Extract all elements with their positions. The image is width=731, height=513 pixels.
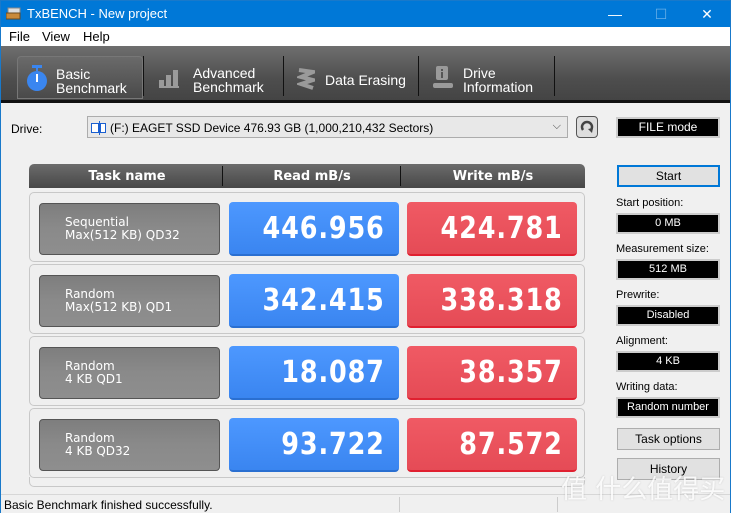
tab-drive-information[interactable]: Drive Information [418, 56, 555, 99]
minimize-button[interactable]: — [592, 1, 638, 27]
write-value: 87.572 [407, 418, 577, 472]
header-write: Write mB/s [452, 169, 534, 184]
read-value: 446.956 [229, 202, 399, 256]
refresh-button[interactable] [576, 116, 598, 138]
status-message: Basic Benchmark finished successfully. [4, 498, 213, 512]
menu-view[interactable]: View [42, 29, 70, 44]
read-value: 93.722 [229, 418, 399, 472]
bar-chart-icon [159, 70, 179, 88]
window-title: TxBENCH - New project [27, 6, 168, 21]
results-frame [29, 477, 585, 487]
tab-label: Drive Information [463, 65, 534, 95]
stopwatch-icon [27, 65, 47, 91]
main-toolbar: Basic Benchmark Advanced Benchmark Data Er… [1, 46, 730, 103]
task-button[interactable]: Random 4 KB QD1 [39, 347, 220, 399]
drive-row: Drive: (F:) EAGET SSD Device 476.93 GB (… [1, 106, 730, 146]
alignment-value[interactable]: 4 KB [616, 351, 720, 372]
tab-advanced-benchmark[interactable]: Advanced Benchmark [143, 56, 284, 99]
close-button[interactable]: ✕ [684, 1, 730, 27]
task-button[interactable]: Random 4 KB QD32 [39, 419, 220, 471]
read-value: 18.087 [229, 346, 399, 400]
result-row: Sequential Max(512 KB) QD32 446.956 424.7… [29, 192, 585, 262]
task-button[interactable]: Sequential Max(512 KB) QD32 [39, 203, 220, 255]
write-value: 424.781 [407, 202, 577, 256]
results-table-header: Task name Read mB/s Write mB/s [29, 164, 585, 188]
start-position-value[interactable]: 0 MB [616, 213, 720, 234]
tab-label: Data Erasing [325, 72, 406, 88]
drive-icon [91, 121, 106, 135]
prewrite-value[interactable]: Disabled [616, 305, 720, 326]
menu-file[interactable]: File [9, 29, 30, 44]
prewrite-label: Prewrite: [616, 289, 660, 301]
refresh-icon [580, 120, 594, 133]
menu-help[interactable]: Help [83, 29, 110, 44]
start-position-label: Start position: [616, 197, 684, 209]
result-row: Random Max(512 KB) QD1 342.415 338.318 [29, 264, 585, 334]
maximize-button[interactable]: ☐ [638, 1, 684, 27]
header-read: Read mB/s [273, 169, 351, 184]
eraser-icon [297, 68, 315, 90]
watermark: 值 什么值得买 [561, 475, 726, 505]
writing-data-value[interactable]: Random number [616, 397, 720, 418]
result-row: Random 4 KB QD1 18.087 38.357 [29, 336, 585, 406]
app-icon [6, 7, 21, 20]
alignment-label: Alignment: [616, 335, 668, 347]
tab-basic-benchmark[interactable]: Basic Benchmark [17, 56, 143, 99]
drive-select[interactable]: (F:) EAGET SSD Device 476.93 GB (1,000,2… [87, 116, 568, 138]
result-row: Random 4 KB QD32 93.722 87.572 [29, 408, 585, 478]
task-button[interactable]: Random Max(512 KB) QD1 [39, 275, 220, 327]
mode-indicator: FILE mode [616, 117, 720, 138]
measurement-size-value[interactable]: 512 MB [616, 259, 720, 280]
drive-select-value: (F:) EAGET SSD Device 476.93 GB (1,000,2… [110, 121, 434, 135]
task-options-button[interactable]: Task options [617, 428, 720, 450]
write-value: 38.357 [407, 346, 577, 400]
start-button[interactable]: Start [617, 165, 720, 187]
header-task-name: Task name [88, 169, 166, 184]
drive-label: Drive: [11, 122, 43, 136]
write-value: 338.318 [407, 274, 577, 328]
tab-label: Advanced Benchmark [193, 65, 264, 95]
chevron-down-icon: ⌵ [552, 120, 561, 132]
app-window: TxBENCH - New project — ☐ ✕ File View He… [0, 0, 731, 513]
writing-data-label: Writing data: [616, 381, 678, 393]
menu-bar: File View Help [1, 27, 730, 46]
read-value: 342.415 [229, 274, 399, 328]
title-bar: TxBENCH - New project — ☐ ✕ [1, 1, 730, 27]
measurement-size-label: Measurement size: [616, 243, 709, 255]
tab-data-erasing[interactable]: Data Erasing [285, 56, 419, 99]
drive-info-icon [433, 66, 453, 88]
tab-label: Basic Benchmark [56, 66, 127, 96]
